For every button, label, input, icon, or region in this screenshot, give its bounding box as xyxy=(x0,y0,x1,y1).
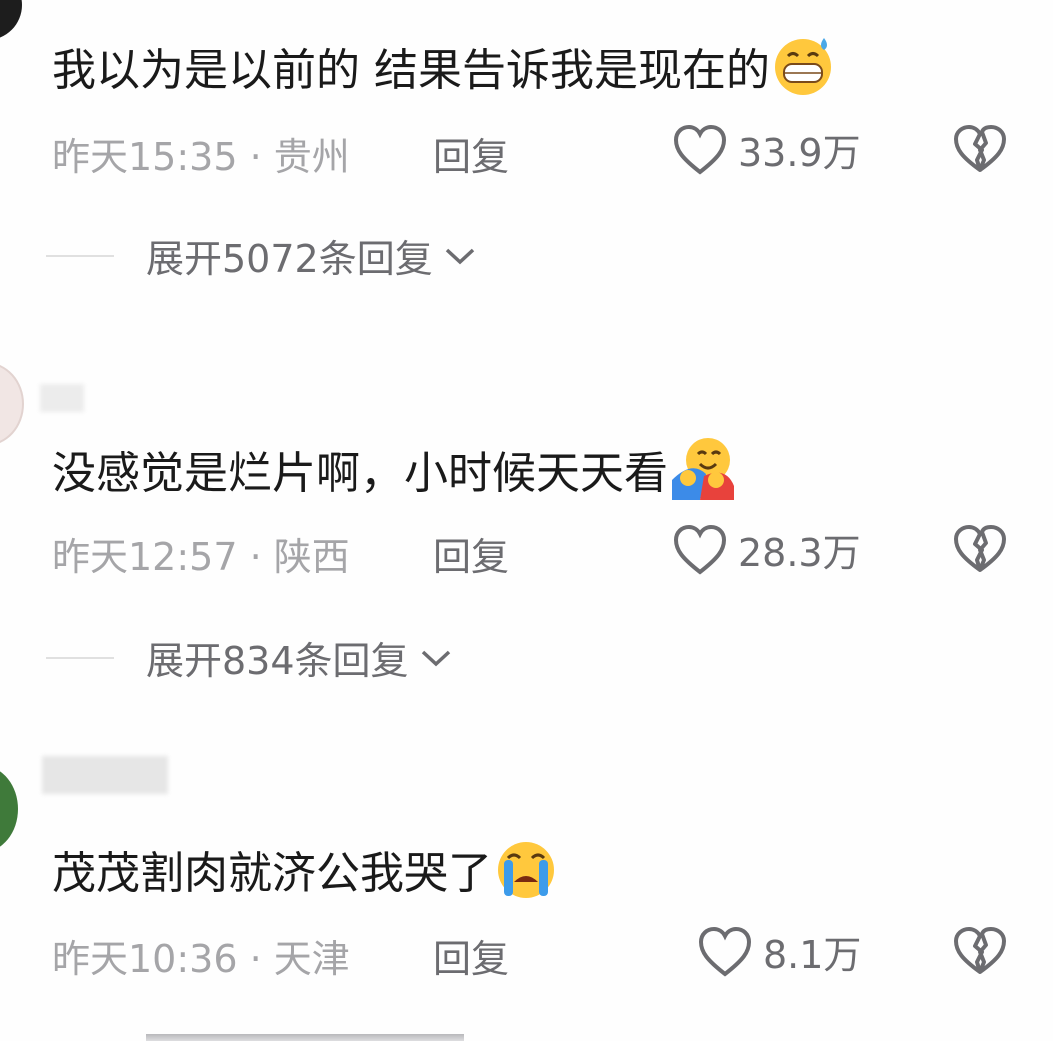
grinning-sweat-emoji xyxy=(770,34,836,112)
reply-button[interactable]: 回复 xyxy=(433,928,509,983)
like-count: 33.9万 xyxy=(738,131,861,175)
chevron-down-icon xyxy=(421,650,450,666)
heart-outline-icon xyxy=(673,124,727,175)
heart-outline-icon xyxy=(698,926,752,977)
heart-outline-icon xyxy=(673,524,727,575)
divider-line xyxy=(46,254,114,257)
broken-heart-icon xyxy=(954,125,1006,172)
comment-text: 没感觉是烂片啊，小时候天天看 xyxy=(52,436,738,516)
expand-replies-button[interactable] xyxy=(146,1034,464,1041)
like-count: 28.3万 xyxy=(738,531,861,575)
like-count: 8.1万 xyxy=(763,933,862,977)
hugging-face-emoji xyxy=(668,436,738,516)
broken-heart-icon xyxy=(954,525,1006,572)
avatar[interactable] xyxy=(0,362,24,446)
reply-button[interactable]: 回复 xyxy=(433,126,509,181)
username[interactable] xyxy=(40,384,84,412)
divider-line xyxy=(46,656,114,659)
comment-time-location: 昨天12:57 · 陕西 xyxy=(52,535,350,579)
avatar[interactable] xyxy=(0,0,22,40)
chevron-down-icon xyxy=(445,248,474,264)
dislike-button[interactable] xyxy=(952,124,1008,178)
dislike-button[interactable] xyxy=(952,524,1008,578)
like-button[interactable]: 33.9万 xyxy=(672,122,861,177)
expand-replies-button[interactable]: 展开834条回复 xyxy=(46,630,453,685)
comment-text: 茂茂割肉就济公我哭了 xyxy=(52,836,560,916)
broken-heart-icon xyxy=(954,927,1006,974)
comment-time-location: 昨天15:35 · 贵州 xyxy=(52,135,350,179)
like-button[interactable]: 8.1万 xyxy=(697,924,861,979)
username[interactable] xyxy=(42,756,168,794)
like-button[interactable]: 28.3万 xyxy=(672,522,861,577)
loudly-crying-emoji xyxy=(492,836,560,916)
comment-text: 我以为是以前的 结果告诉我是现在的 xyxy=(52,34,836,112)
expand-replies-button[interactable]: 展开5072条回复 xyxy=(46,228,477,283)
comment-time-location: 昨天10:36 · 天津 xyxy=(52,937,350,981)
avatar[interactable] xyxy=(0,766,18,852)
dislike-button[interactable] xyxy=(952,926,1008,980)
reply-button[interactable]: 回复 xyxy=(433,526,509,581)
